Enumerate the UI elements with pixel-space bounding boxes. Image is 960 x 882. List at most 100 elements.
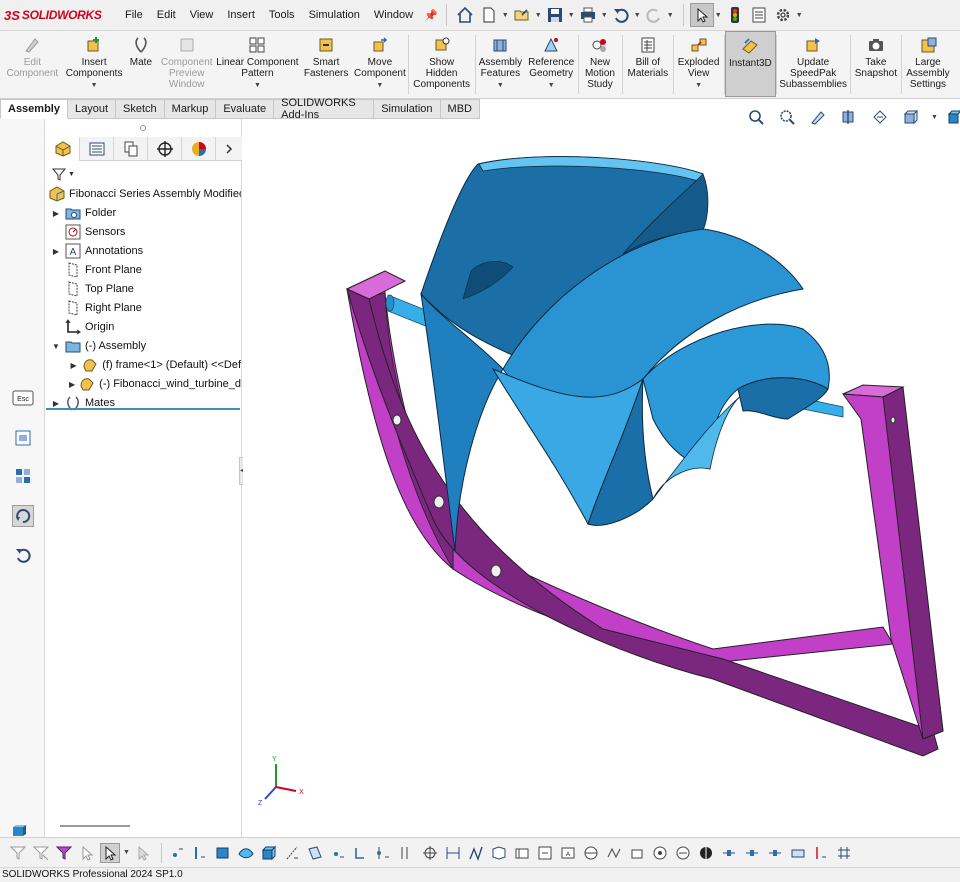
esc-key-icon[interactable]: Esc xyxy=(12,387,34,409)
filter-midpoints-icon[interactable] xyxy=(374,843,394,863)
insert-components-dropdown-icon[interactable]: ▼ xyxy=(91,80,98,91)
filter-sketch-segments-icon[interactable] xyxy=(351,843,371,863)
pointer-dropdown-icon[interactable]: ▼ xyxy=(123,849,130,856)
filter-geometric-tolerances-icon[interactable] xyxy=(489,843,509,863)
drawing-view-icon[interactable] xyxy=(12,427,34,449)
update-speedpak-button[interactable]: Update SpeedPak Subassemblies xyxy=(777,31,851,98)
new-document-icon[interactable] xyxy=(477,3,501,27)
instant3d-button[interactable]: Instant3D xyxy=(724,31,776,97)
tree-item-annotations[interactable]: ▶ A Annotations xyxy=(51,242,143,260)
tree-item-right-plane[interactable]: Right Plane xyxy=(51,299,142,317)
component-preview-button[interactable]: Component Preview Window xyxy=(159,31,215,98)
options-dropdown-icon[interactable]: ▼ xyxy=(795,12,804,19)
filter-toolbar-icon[interactable] xyxy=(8,843,28,863)
tab-assembly[interactable]: Assembly xyxy=(0,99,68,119)
display-manager-tab[interactable] xyxy=(182,137,216,161)
menu-insert[interactable]: Insert xyxy=(220,9,262,21)
filter-edges-icon[interactable] xyxy=(190,843,210,863)
mate-button[interactable]: Mate xyxy=(123,31,159,98)
redo-dropdown-icon[interactable]: ▼ xyxy=(666,12,675,19)
filter-centerline-icon[interactable] xyxy=(420,843,440,863)
property-manager-tab[interactable] xyxy=(80,137,114,161)
filter-cam-icon[interactable] xyxy=(765,843,785,863)
filter-cosmetic-threads-icon[interactable] xyxy=(604,843,624,863)
menu-simulation[interactable]: Simulation xyxy=(302,9,367,21)
tab-simulation[interactable]: Simulation xyxy=(374,99,441,119)
filter-routing-points-icon[interactable] xyxy=(696,843,716,863)
3d-model[interactable]: Y X Z xyxy=(243,119,960,837)
select-cursor-icon[interactable] xyxy=(689,3,714,27)
filter-solid-bodies-icon[interactable] xyxy=(259,843,279,863)
new-motion-study-button[interactable]: New Motion Study xyxy=(579,31,623,98)
linear-pattern-button[interactable]: Linear Component Pattern ▼ xyxy=(215,31,301,98)
filter-surface-bodies-icon[interactable] xyxy=(236,843,256,863)
home-icon[interactable] xyxy=(453,3,477,27)
featuremanager-tree-tab[interactable] xyxy=(46,137,80,161)
configuration-manager-tab[interactable] xyxy=(114,137,148,161)
exploded-view-dropdown-icon[interactable]: ▼ xyxy=(695,80,702,91)
insert-components-button[interactable]: Insert Components ▼ xyxy=(66,31,124,98)
solidworks-logo[interactable]: 3S SOLIDWORKS xyxy=(0,8,118,23)
undo-icon[interactable] xyxy=(609,3,633,27)
filter-grid-icon[interactable] xyxy=(834,843,854,863)
filter-blocks-icon[interactable] xyxy=(627,843,647,863)
pin-icon[interactable]: 📌 xyxy=(424,9,438,22)
filter-surface-finish-icon[interactable] xyxy=(466,843,486,863)
tree-item-frame[interactable]: ▶ (f) frame<1> (Default) <<Def xyxy=(69,356,241,374)
tree-item-assembly-folder[interactable]: ▼ (-) Assembly xyxy=(51,337,146,355)
filter-sketch-points-icon[interactable] xyxy=(328,843,348,863)
menu-edit[interactable]: Edit xyxy=(150,9,183,21)
zoom-to-area-icon[interactable] xyxy=(776,107,798,127)
tab-layout[interactable]: Layout xyxy=(67,99,117,119)
edit-component-button[interactable]: Edit Component xyxy=(0,31,66,98)
menu-tools[interactable]: Tools xyxy=(262,9,302,21)
tree-item-top-plane[interactable]: Top Plane xyxy=(51,280,134,298)
options-gear-icon[interactable] xyxy=(771,3,795,27)
filter-meshes-icon[interactable] xyxy=(811,843,831,863)
display-style-icon[interactable] xyxy=(944,107,960,127)
components-grid-icon[interactable] xyxy=(12,465,34,487)
zoom-to-fit-icon[interactable] xyxy=(745,107,767,127)
panel-grip-icon[interactable] xyxy=(140,125,146,131)
graphics-area[interactable]: Y X Z xyxy=(243,119,960,837)
undo-view-icon[interactable] xyxy=(12,544,34,566)
select-pointer-icon[interactable] xyxy=(100,842,120,863)
filter-datum-targets-icon[interactable] xyxy=(581,843,601,863)
expand-arrow-icon[interactable]: ▶ xyxy=(69,361,78,370)
view-orientation-dropdown-icon[interactable]: ▼ xyxy=(931,114,938,121)
bill-of-materials-button[interactable]: Bill of Materials xyxy=(623,31,673,98)
tree-item-folder[interactable]: ▶ Folder xyxy=(51,204,116,222)
save-dropdown-icon[interactable]: ▼ xyxy=(567,12,576,19)
filter-mid-points-icon[interactable] xyxy=(719,843,739,863)
filter-mate-refs-icon[interactable] xyxy=(742,843,762,863)
assembly-features-button[interactable]: Assembly Features ▼ xyxy=(476,31,526,98)
tree-item-sensors[interactable]: Sensors xyxy=(51,223,125,241)
take-snapshot-button[interactable]: Take Snapshot xyxy=(851,31,901,98)
filter-datum-features-icon[interactable] xyxy=(535,843,555,863)
reference-geometry-button[interactable]: Reference Geometry ▼ xyxy=(526,31,578,98)
collapse-arrow-icon[interactable]: ▼ xyxy=(51,342,61,351)
filter-weld-symbols-icon[interactable]: A xyxy=(558,843,578,863)
tab-mbd[interactable]: MBD xyxy=(440,99,480,119)
reference-geometry-dropdown-icon[interactable]: ▼ xyxy=(548,80,555,91)
section-view-icon[interactable] xyxy=(838,107,860,127)
clear-filters-icon[interactable] xyxy=(31,843,51,863)
move-component-dropdown-icon[interactable]: ▼ xyxy=(376,80,383,91)
select-all-filter-icon[interactable] xyxy=(54,843,74,863)
open-folder-icon[interactable] xyxy=(510,3,534,27)
linear-pattern-dropdown-icon[interactable]: ▼ xyxy=(254,80,261,91)
filter-spot-welds-icon[interactable] xyxy=(650,843,670,863)
filter-vertices-icon[interactable] xyxy=(167,843,187,863)
tree-item-front-plane[interactable]: Front Plane xyxy=(51,261,142,279)
large-assembly-settings-button[interactable]: Large Assembly Settings xyxy=(902,31,960,98)
fibonacci-turbine-blades[interactable] xyxy=(420,156,830,552)
filter-sketch-regions-icon[interactable] xyxy=(788,843,808,863)
filter-axes-icon[interactable] xyxy=(282,843,302,863)
lasso-select-icon[interactable] xyxy=(133,843,153,863)
assembly-features-dropdown-icon[interactable]: ▼ xyxy=(497,80,504,91)
undo-dropdown-icon[interactable]: ▼ xyxy=(633,12,642,19)
invert-selection-icon[interactable] xyxy=(77,843,97,863)
chevron-right-icon[interactable] xyxy=(216,137,242,161)
expand-arrow-icon[interactable]: ▶ xyxy=(69,380,75,389)
tab-addins[interactable]: SOLIDWORKS Add-Ins xyxy=(274,97,375,121)
